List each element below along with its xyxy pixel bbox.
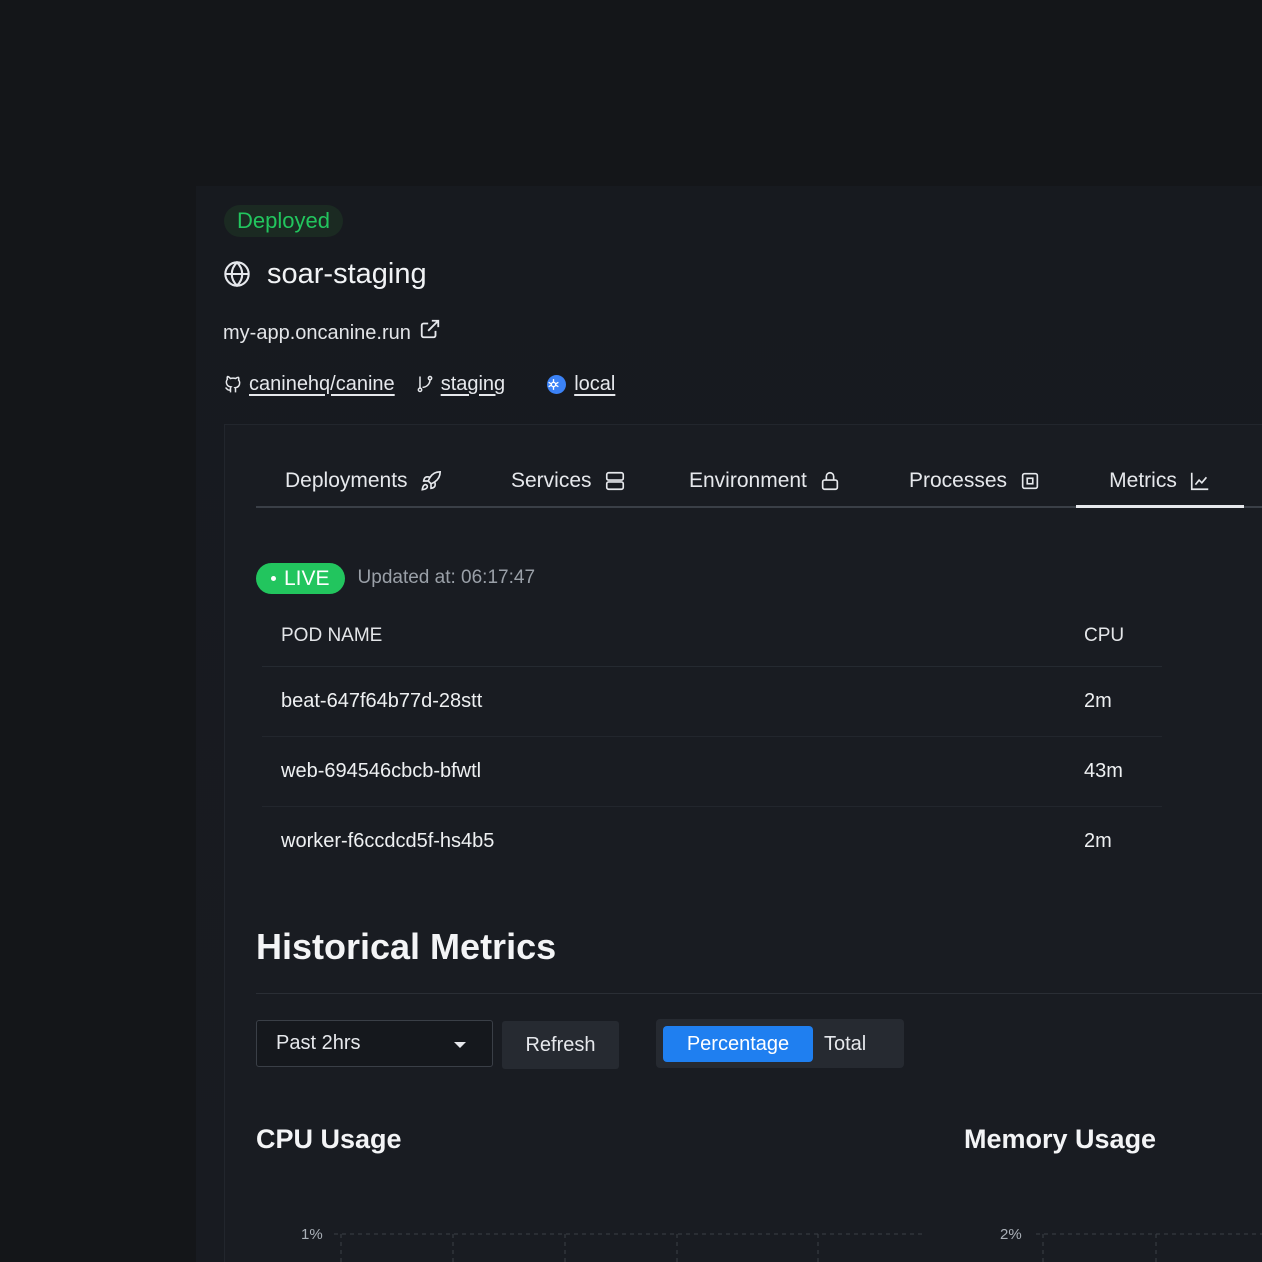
tab-label: Services [511, 469, 592, 492]
tab-label: Deployments [285, 469, 408, 492]
external-link-icon[interactable] [419, 318, 441, 340]
section-title: Historical Metrics [256, 926, 557, 967]
globe-icon [224, 260, 250, 288]
cpu-chip-icon [1021, 472, 1039, 490]
tab-environment[interactable]: Environment [689, 456, 841, 506]
cluster-item[interactable]: local [547, 373, 615, 396]
pod-name: web-694546cbcb-bfwtl [281, 760, 482, 782]
tab-metrics[interactable]: Metrics [1076, 456, 1244, 508]
tab-bar: Deployments Services Environment Process… [256, 456, 1262, 508]
mode-percentage-button[interactable]: Percentage [663, 1026, 813, 1062]
github-icon [225, 375, 241, 393]
live-dot [271, 575, 276, 581]
project-url-link[interactable]: my-app.oncanine.run [223, 316, 441, 350]
refresh-button[interactable]: Refresh [502, 1021, 619, 1069]
pod-cpu: 2m [1084, 690, 1112, 712]
project-header: soar-staging [223, 254, 427, 294]
pod-name: beat-647f64b77d-28stt [281, 690, 483, 712]
column-header-pod-name: POD NAME [281, 625, 383, 646]
memory-y-tick: 2% [1000, 1226, 1022, 1243]
status-badge: Deployed [224, 205, 343, 237]
time-range-value: Past 2hrs [276, 1032, 361, 1054]
git-branch-icon [417, 375, 433, 393]
column-header-cpu: CPU [1084, 625, 1125, 646]
cpu-chart-title: CPU Usage [256, 1124, 402, 1154]
memory-chart-grid [1036, 1233, 1262, 1262]
table-row: web-694546cbcb-bfwtl 43m [262, 737, 1162, 807]
time-range-select[interactable]: Past 2hrs [256, 1020, 493, 1067]
divider [256, 993, 1262, 994]
mode-total-button[interactable]: Total [824, 1026, 866, 1062]
tab-deployments[interactable]: Deployments [285, 456, 442, 506]
pods-table: POD NAME CPU beat-647f64b77d-28stt 2m we… [262, 606, 1162, 876]
tab-label: Metrics [1109, 469, 1177, 492]
tab-label: Processes [909, 469, 1008, 492]
project-url[interactable]: my-app.oncanine.run [223, 322, 411, 345]
kubernetes-icon [547, 374, 567, 394]
project-meta: caninehq/canine staging local [223, 368, 635, 400]
live-badge: LIVE [256, 562, 345, 594]
repo-item[interactable]: caninehq/canine [223, 373, 395, 396]
cpu-y-tick: 1% [301, 1226, 323, 1243]
repo-link[interactable]: caninehq/canine [249, 373, 395, 396]
memory-chart-title: Memory Usage [964, 1124, 1157, 1154]
page-title: soar-staging [267, 257, 427, 290]
chevron-down-icon [454, 1042, 466, 1048]
mode-toggle: Percentage Total [656, 1019, 904, 1068]
live-status: LIVE Updated at: 06:17:47 [256, 562, 535, 594]
pod-cpu: 43m [1084, 760, 1123, 782]
cpu-chart-grid [334, 1233, 926, 1262]
branch-link[interactable]: staging [441, 373, 506, 396]
updated-timestamp: Updated at: 06:17:47 [357, 567, 536, 588]
branch-item[interactable]: staging [415, 373, 506, 396]
lock-icon [821, 471, 839, 491]
table-row: beat-647f64b77d-28stt 2m [262, 667, 1162, 737]
live-label: LIVE [284, 566, 330, 590]
chart-line-icon [1190, 472, 1209, 491]
rocket-icon [420, 471, 441, 491]
cluster-link[interactable]: local [574, 373, 615, 396]
tab-processes[interactable]: Processes [909, 456, 1041, 506]
pod-cpu: 2m [1084, 830, 1112, 852]
table-header: POD NAME CPU [262, 606, 1162, 667]
server-icon [605, 471, 624, 491]
tab-label: Environment [689, 469, 807, 492]
table-row: worker-f6ccdcd5f-hs4b5 2m [262, 807, 1162, 876]
tab-services[interactable]: Services [511, 456, 626, 506]
pod-name: worker-f6ccdcd5f-hs4b5 [281, 830, 495, 852]
